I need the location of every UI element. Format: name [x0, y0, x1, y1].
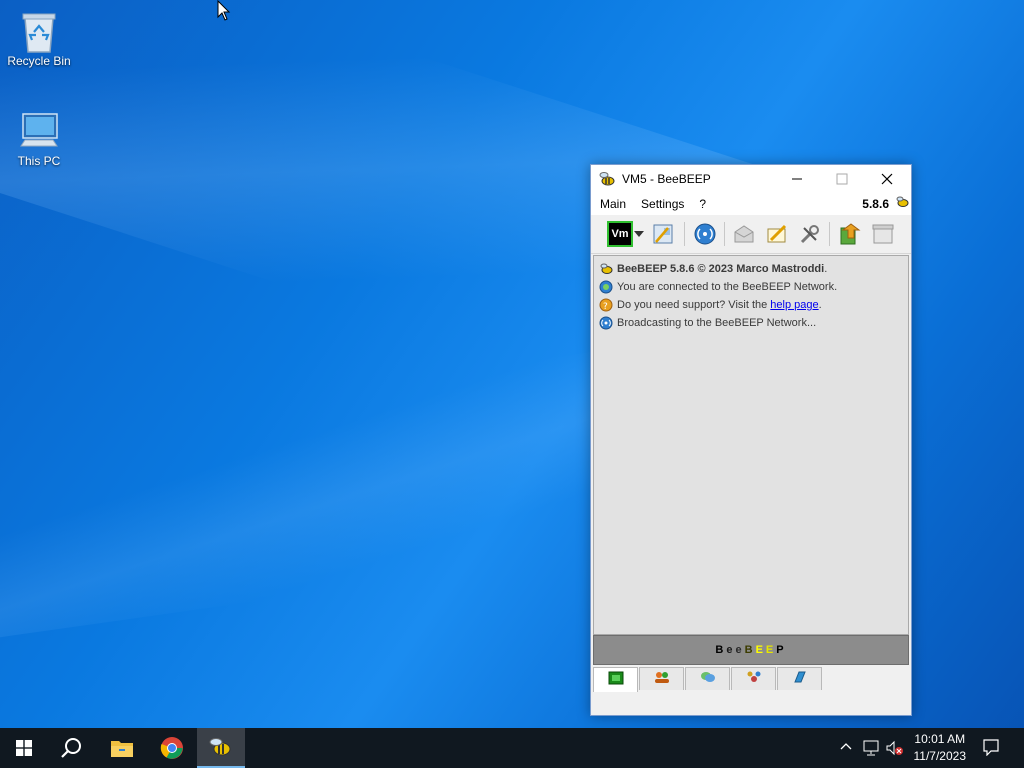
- desktop-icon-this-pc[interactable]: This PC: [1, 108, 77, 168]
- toolbar-separator: [829, 222, 830, 246]
- chat-line-suffix: .: [818, 299, 822, 311]
- tab-home[interactable]: [593, 667, 638, 692]
- chat-line: BeeBEEP 5.8.6 © 2023 Marco Mastroddi.: [594, 260, 908, 278]
- computer-icon: [17, 108, 61, 152]
- window-title: VM5 - BeeBEEP: [622, 172, 711, 186]
- banner-letter: E: [765, 644, 777, 656]
- chat-line-suffix: .: [824, 263, 828, 275]
- chat-line-text: You are connected to the BeeBEEP Network…: [617, 281, 838, 293]
- bee-icon: [599, 262, 613, 276]
- network-icon[interactable]: [862, 740, 880, 759]
- bottom-tab-bar: [593, 667, 823, 692]
- banner-letter: B: [744, 644, 756, 656]
- minimize-button[interactable]: [774, 165, 820, 193]
- clock-date: 11/7/2023: [913, 749, 967, 763]
- tab-chats[interactable]: [685, 667, 730, 690]
- tab-groups[interactable]: [731, 667, 776, 690]
- groups-icon: [746, 670, 762, 689]
- edit-profile-icon[interactable]: [651, 221, 677, 247]
- chat-line: Broadcasting to the BeeBEEP Network...: [594, 314, 908, 332]
- chat-line-text: Broadcasting to the BeeBEEP Network...: [617, 317, 817, 329]
- start-button[interactable]: [0, 728, 48, 768]
- menu-help[interactable]: ?: [693, 197, 712, 211]
- broadcast-icon: [599, 316, 613, 330]
- update-icon[interactable]: [836, 221, 862, 247]
- taskbar-beebeep[interactable]: [197, 728, 245, 768]
- toolbar-separator: [724, 222, 725, 246]
- bee-icon: [209, 738, 231, 756]
- folder-icon: [111, 741, 133, 757]
- chrome-icon: [160, 737, 183, 759]
- banner-letter: E: [755, 644, 766, 656]
- notifications-icon[interactable]: [982, 738, 1000, 759]
- search-button[interactable]: [48, 728, 96, 768]
- file-share-icon: [792, 670, 808, 689]
- help-page-link[interactable]: help page: [770, 299, 818, 311]
- help-icon: ?: [599, 298, 613, 312]
- beebeep-banner: B e e B E E P: [593, 635, 909, 665]
- connected-icon: [599, 280, 613, 294]
- show-hidden-icons-chevron-icon[interactable]: [840, 740, 852, 754]
- taskbar-chrome[interactable]: [148, 728, 196, 768]
- maximize-button[interactable]: [819, 165, 865, 193]
- recycle-bin-icon: [17, 8, 61, 53]
- banner-letter: P: [776, 644, 787, 656]
- svg-text:?: ?: [603, 302, 608, 312]
- toolbar-separator: [684, 222, 685, 246]
- chat-line-text: BeeBEEP 5.8.6 © 2023 Marco Mastroddi: [617, 263, 825, 275]
- users-icon: [654, 670, 670, 689]
- tools-icon[interactable]: [797, 221, 823, 247]
- status-dropdown-arrow-icon[interactable]: [633, 221, 645, 247]
- version-label: 5.8.6: [862, 197, 889, 211]
- taskbar-file-explorer[interactable]: [98, 728, 146, 768]
- banner-letter: e: [735, 644, 745, 656]
- mouse-cursor-icon: [217, 0, 231, 27]
- desktop-icon-label: This PC: [17, 154, 61, 168]
- tab-users[interactable]: [639, 667, 684, 690]
- close-button[interactable]: [864, 165, 910, 193]
- taskbar: 10:01 AM 11/7/2023: [0, 728, 1024, 768]
- toolbar: Vm: [591, 215, 911, 254]
- open-mailbox-icon[interactable]: [731, 221, 757, 247]
- tab-files[interactable]: [777, 667, 822, 690]
- chat-log: BeeBEEP 5.8.6 © 2023 Marco Mastroddi. Yo…: [593, 255, 909, 635]
- user-status-button[interactable]: Vm: [607, 221, 633, 247]
- desktop-icon-label: Recycle Bin: [7, 54, 71, 68]
- chat-line-text: Do you need support? Visit the: [617, 299, 768, 311]
- menu-bar: Main Settings ? 5.8.6: [591, 193, 911, 215]
- status-tag: Vm: [611, 228, 629, 240]
- broadcast-icon[interactable]: [692, 221, 718, 247]
- menu-settings[interactable]: Settings: [635, 197, 690, 211]
- beebeep-window: VM5 - BeeBEEP Main Settings ? 5.8.6 Vm B…: [590, 164, 912, 716]
- title-bar[interactable]: VM5 - BeeBEEP: [591, 165, 911, 193]
- menu-main[interactable]: Main: [594, 197, 632, 211]
- write-message-icon[interactable]: [764, 221, 790, 247]
- clock-time: 10:01 AM: [914, 732, 966, 746]
- windows-logo-icon: [16, 740, 32, 756]
- chat-bubbles-icon: [700, 670, 716, 689]
- bee-icon: [895, 195, 909, 209]
- search-icon: [61, 738, 81, 758]
- home-tab-icon: [608, 671, 624, 690]
- system-clock[interactable]: 10:01 AM 11/7/2023: [914, 731, 967, 765]
- banner-letter: B: [715, 644, 727, 656]
- chat-line: ? Do you need support? Visit the help pa…: [594, 296, 908, 314]
- banner-letter: e: [726, 644, 736, 656]
- chat-line: You are connected to the BeeBEEP Network…: [594, 278, 908, 296]
- bee-app-icon: [598, 170, 616, 188]
- volume-muted-icon[interactable]: [886, 740, 904, 759]
- desktop-icon-recycle-bin[interactable]: Recycle Bin: [1, 8, 77, 68]
- archive-icon[interactable]: [870, 221, 896, 247]
